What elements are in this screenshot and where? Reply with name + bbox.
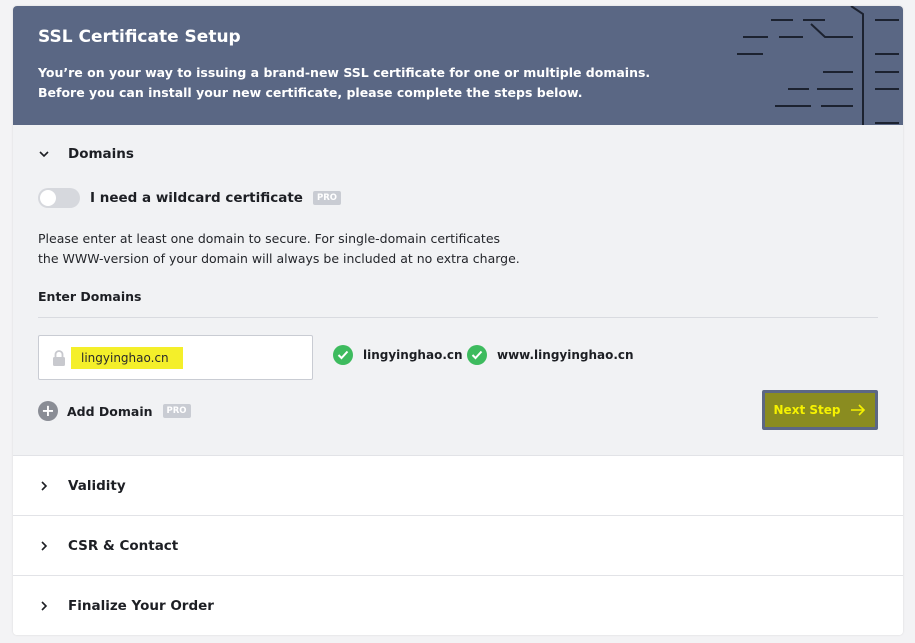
description-line-2: the WWW-version of your domain will alwa… bbox=[38, 251, 520, 266]
check-circle-icon bbox=[333, 345, 353, 365]
verified-domain-label: www.lingyinghao.cn bbox=[497, 348, 634, 362]
validity-heading: Validity bbox=[68, 478, 126, 494]
setup-header: SSL Certificate Setup You’re on your way… bbox=[13, 6, 903, 125]
page-title: SSL Certificate Setup bbox=[38, 27, 241, 47]
description-line-1: Please enter at least one domain to secu… bbox=[38, 231, 501, 246]
finalize-order-heading: Finalize Your Order bbox=[68, 598, 214, 614]
verified-domain-1: lingyinghao.cn bbox=[333, 345, 463, 365]
validity-section[interactable]: Validity bbox=[13, 457, 903, 516]
chevron-right-icon bbox=[41, 601, 48, 611]
validity-section-header: Validity bbox=[38, 478, 126, 494]
domain-input-value: lingyinghao.cn bbox=[71, 346, 183, 369]
domains-heading: Domains bbox=[68, 146, 134, 162]
csr-contact-section-header: CSR & Contact bbox=[38, 538, 178, 554]
wildcard-toggle[interactable] bbox=[38, 188, 80, 208]
wildcard-pro-badge: PRO bbox=[312, 191, 341, 205]
finalize-order-section-header: Finalize Your Order bbox=[38, 598, 214, 614]
section-divider bbox=[38, 317, 878, 318]
domains-section-header[interactable]: Domains bbox=[38, 146, 134, 162]
add-domain-pro-badge: PRO bbox=[162, 404, 191, 418]
verified-domain-2: www.lingyinghao.cn bbox=[467, 345, 634, 365]
domain-input[interactable]: lingyinghao.cn bbox=[38, 335, 313, 380]
lock-icon bbox=[53, 349, 65, 366]
subtitle-line-2: Before you can install your new certific… bbox=[38, 85, 583, 100]
subtitle-line-1: You’re on your way to issuing a brand-ne… bbox=[38, 65, 651, 80]
enter-domains-label: Enter Domains bbox=[38, 289, 142, 304]
domains-description: Please enter at least one domain to secu… bbox=[38, 229, 520, 269]
next-step-label: Next Step bbox=[773, 403, 841, 417]
wildcard-row: I need a wildcard certificate PRO bbox=[38, 188, 341, 208]
add-domain-button[interactable]: + Add Domain PRO bbox=[38, 401, 191, 421]
wildcard-label: I need a wildcard certificate bbox=[90, 190, 303, 206]
finalize-order-section[interactable]: Finalize Your Order bbox=[13, 577, 903, 635]
page-subtitle: You’re on your way to issuing a brand-ne… bbox=[38, 63, 650, 103]
arrow-right-icon bbox=[851, 404, 866, 416]
verified-domain-label: lingyinghao.cn bbox=[363, 348, 463, 362]
chevron-down-icon bbox=[39, 151, 49, 158]
next-step-button[interactable]: Next Step bbox=[762, 390, 878, 430]
chevron-right-icon bbox=[41, 541, 48, 551]
chevron-right-icon bbox=[41, 481, 48, 491]
check-circle-icon bbox=[467, 345, 487, 365]
plus-circle-icon: + bbox=[38, 401, 58, 421]
domains-section: Domains I need a wildcard certificate PR… bbox=[13, 125, 903, 456]
add-domain-label: Add Domain bbox=[67, 403, 153, 419]
csr-contact-heading: CSR & Contact bbox=[68, 538, 179, 554]
csr-contact-section[interactable]: CSR & Contact bbox=[13, 517, 903, 576]
ssl-setup-card: SSL Certificate Setup You’re on your way… bbox=[13, 6, 903, 635]
toggle-knob bbox=[40, 190, 56, 206]
